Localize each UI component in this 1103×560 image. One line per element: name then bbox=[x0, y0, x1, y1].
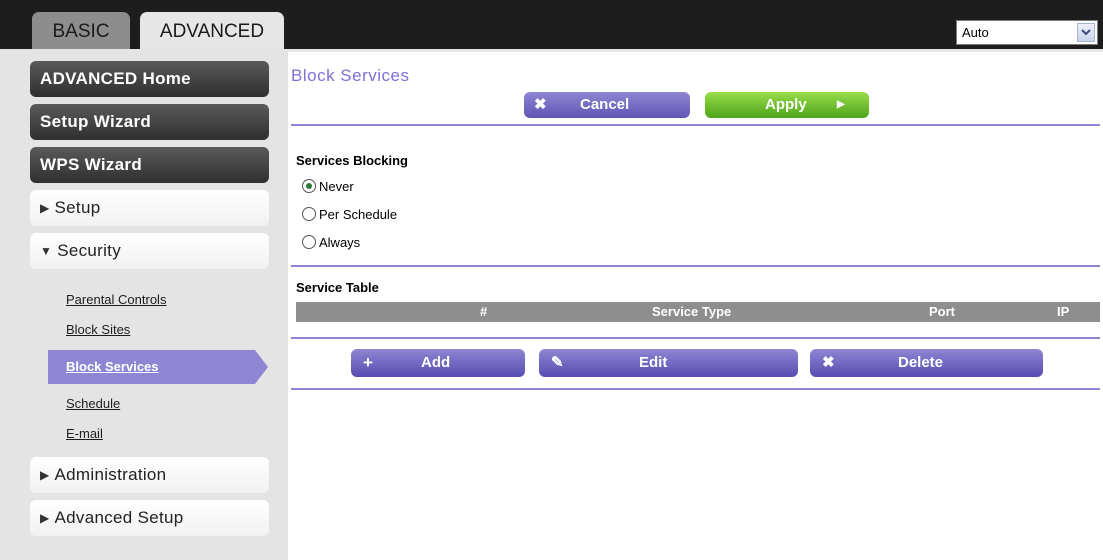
main-content: Block Services ✖ Cancel Apply ▶ Services… bbox=[288, 52, 1103, 560]
divider bbox=[291, 265, 1100, 267]
top-bar: BASIC ADVANCED Auto bbox=[0, 0, 1103, 52]
triangle-right-icon: ▶ bbox=[40, 201, 50, 215]
sidebar-administration[interactable]: ▶ Administration bbox=[30, 457, 269, 493]
apply-button-label: Apply bbox=[765, 96, 807, 113]
tab-advanced[interactable]: ADVANCED bbox=[140, 12, 284, 49]
delete-button-label: Delete bbox=[898, 354, 944, 371]
delete-button[interactable]: ✖ Delete bbox=[810, 349, 1043, 377]
triangle-down-icon: ▼ bbox=[40, 244, 53, 258]
edit-button-label: Edit bbox=[639, 354, 668, 371]
divider bbox=[291, 388, 1100, 390]
sidebar-setup-wizard[interactable]: Setup Wizard bbox=[30, 104, 269, 140]
sidebar-wps-wizard[interactable]: WPS Wizard bbox=[30, 147, 269, 183]
sidebar-security[interactable]: ▼ Security bbox=[30, 233, 269, 269]
column-header-port: Port bbox=[929, 304, 955, 319]
add-button-label: Add bbox=[421, 354, 451, 371]
sidebar-item-block-services[interactable]: Block Services bbox=[48, 350, 269, 384]
sidebar-administration-label: Administration bbox=[54, 465, 167, 484]
sidebar-advanced-setup[interactable]: ▶ Advanced Setup bbox=[30, 500, 269, 536]
sidebar-item-block-sites[interactable]: Block Sites bbox=[66, 322, 130, 337]
services-blocking-title: Services Blocking bbox=[296, 153, 408, 168]
service-table-header: # Service Type Port IP bbox=[296, 302, 1100, 322]
radio-never-label: Never bbox=[319, 179, 354, 194]
triangle-right-icon: ▶ bbox=[40, 511, 50, 525]
radio-per-schedule-label: Per Schedule bbox=[319, 207, 398, 222]
sidebar-item-email[interactable]: E-mail bbox=[66, 426, 103, 441]
add-button[interactable]: + Add bbox=[351, 349, 525, 377]
cancel-button[interactable]: ✖ Cancel bbox=[524, 92, 690, 118]
radio-always-label: Always bbox=[319, 235, 361, 250]
radio-never-button[interactable] bbox=[302, 179, 316, 193]
page-title: Block Services bbox=[291, 66, 410, 85]
sidebar: ADVANCED Home Setup Wizard WPS Wizard ▶ S… bbox=[0, 52, 288, 560]
divider bbox=[291, 337, 1100, 339]
column-header-service-type: Service Type bbox=[652, 304, 732, 319]
column-header-number: # bbox=[480, 304, 488, 319]
sidebar-security-label: Security bbox=[57, 241, 121, 260]
sidebar-item-block-services-label: Block Services bbox=[66, 359, 159, 374]
language-select[interactable]: Auto bbox=[956, 20, 1098, 45]
close-icon: ✖ bbox=[822, 354, 835, 371]
plus-icon: + bbox=[363, 353, 373, 372]
close-icon: ✖ bbox=[534, 96, 547, 113]
service-table-title: Service Table bbox=[296, 280, 379, 295]
language-select-value: Auto bbox=[962, 25, 989, 40]
apply-button[interactable]: Apply ▶ bbox=[705, 92, 869, 118]
triangle-right-icon: ▶ bbox=[40, 468, 50, 482]
sidebar-setup-label: Setup bbox=[54, 198, 101, 217]
radio-always-button[interactable] bbox=[302, 235, 316, 249]
pencil-icon: ✎ bbox=[551, 354, 564, 371]
sidebar-setup[interactable]: ▶ Setup bbox=[30, 190, 269, 226]
cancel-button-label: Cancel bbox=[580, 96, 630, 113]
triangle-right-icon: ▶ bbox=[837, 99, 845, 110]
sidebar-advanced-home[interactable]: ADVANCED Home bbox=[30, 61, 269, 97]
sidebar-item-schedule[interactable]: Schedule bbox=[66, 396, 120, 411]
divider bbox=[291, 124, 1100, 126]
sidebar-item-parental-controls[interactable]: Parental Controls bbox=[66, 292, 166, 307]
tab-basic[interactable]: BASIC bbox=[32, 12, 130, 49]
sidebar-advanced-setup-label: Advanced Setup bbox=[54, 508, 184, 527]
radio-per-schedule-button[interactable] bbox=[302, 207, 316, 221]
edit-button[interactable]: ✎ Edit bbox=[539, 349, 798, 377]
column-header-ip: IP bbox=[1057, 304, 1070, 319]
chevron-down-icon[interactable] bbox=[1077, 23, 1095, 42]
